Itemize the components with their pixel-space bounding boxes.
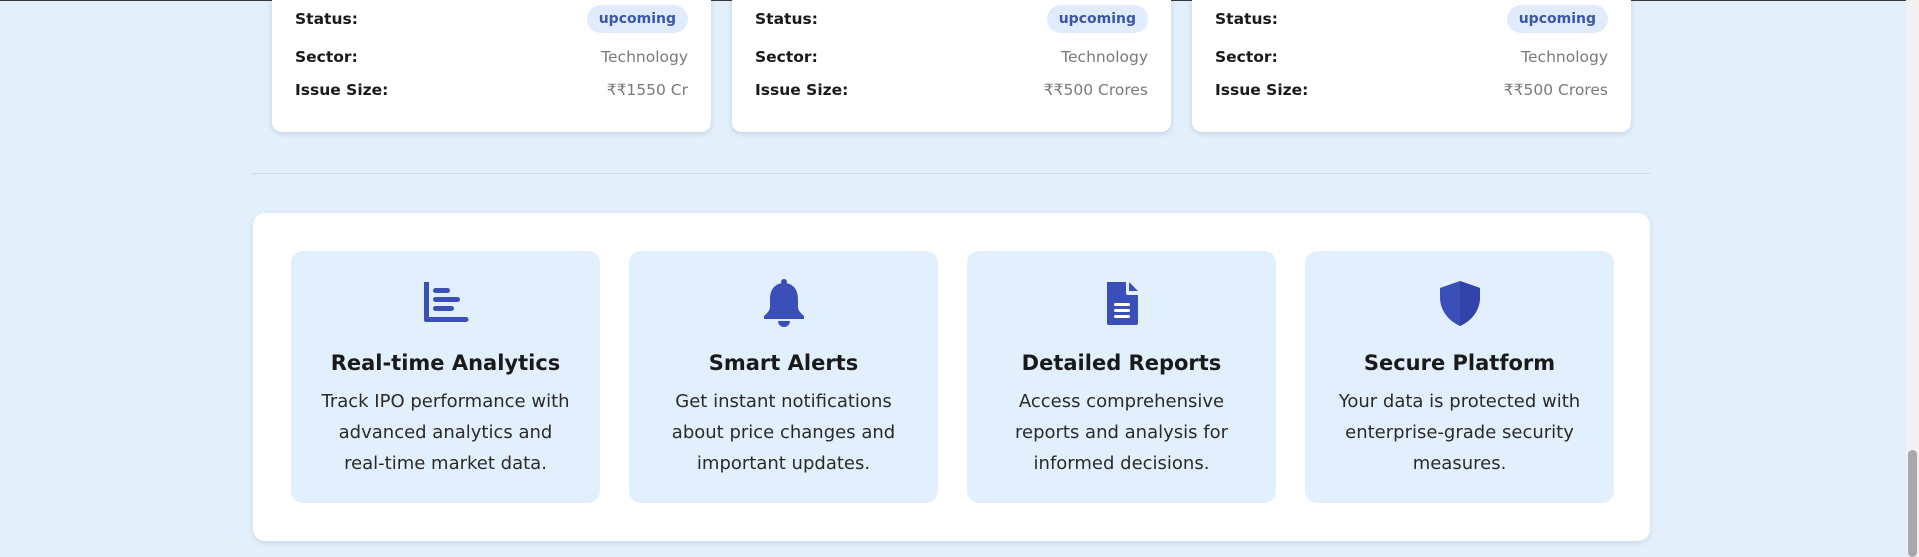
status-badge: upcoming [586, 5, 688, 33]
shield-icon [1305, 279, 1614, 327]
sector-label: Sector: [295, 48, 358, 66]
status-row: Status: upcoming [755, 5, 1148, 33]
feature-description: Access comprehensive reports and analysi… [1014, 391, 1228, 474]
feature-card-alerts: Smart Alerts Get instant notifications a… [629, 251, 938, 503]
issue-size-value: ₹₹500 Crores [1503, 81, 1608, 99]
issue-size-value: ₹₹500 Crores [1043, 81, 1148, 99]
features-panel: Real-time Analytics Track IPO performanc… [253, 213, 1650, 541]
issue-size-value: ₹₹1550 Cr [606, 81, 688, 99]
sector-row: Sector: Technology [755, 45, 1148, 69]
ipo-card[interactable]: Status: upcoming Sector: Technology Issu… [272, 0, 711, 132]
status-label: Status: [1215, 10, 1278, 28]
chart-bar-icon [291, 279, 600, 327]
feature-title: Detailed Reports [1021, 351, 1222, 375]
feature-title: Smart Alerts [708, 351, 859, 375]
feature-description: Your data is protected with enterprise-g… [1338, 391, 1581, 474]
status-label: Status: [295, 10, 358, 28]
sector-label: Sector: [755, 48, 818, 66]
sector-value: Technology [1061, 48, 1148, 66]
issue-size-label: Issue Size: [755, 81, 849, 99]
ipo-card[interactable]: Status: upcoming Sector: Technology Issu… [1192, 0, 1631, 132]
ipo-card[interactable]: Status: upcoming Sector: Technology Issu… [732, 0, 1171, 132]
status-badge: upcoming [1506, 5, 1608, 33]
sector-row: Sector: Technology [1215, 45, 1608, 69]
issue-size-row: Issue Size: ₹₹500 Crores [1215, 78, 1608, 102]
feature-card-analytics: Real-time Analytics Track IPO performanc… [291, 251, 600, 503]
scrollbar-thumb[interactable] [1908, 450, 1917, 557]
feature-card-security: Secure Platform Your data is protected w… [1305, 251, 1614, 503]
issue-size-row: Issue Size: ₹₹500 Crores [755, 78, 1148, 102]
sector-value: Technology [1521, 48, 1608, 66]
section-divider [252, 173, 1650, 174]
scrollbar[interactable] [1906, 0, 1919, 557]
status-row: Status: upcoming [295, 5, 688, 33]
bell-icon [629, 279, 938, 327]
feature-title: Real-time Analytics [330, 351, 561, 375]
issue-size-label: Issue Size: [295, 81, 389, 99]
issue-size-row: Issue Size: ₹₹1550 Cr [295, 78, 688, 102]
sector-row: Sector: Technology [295, 45, 688, 69]
status-label: Status: [755, 10, 818, 28]
feature-description: Track IPO performance with advanced anal… [321, 391, 570, 474]
feature-title: Secure Platform [1363, 351, 1556, 375]
feature-card-reports: Detailed Reports Access comprehensive re… [967, 251, 1276, 503]
feature-description: Get instant notifications about price ch… [671, 391, 896, 474]
issue-size-label: Issue Size: [1215, 81, 1309, 99]
sector-label: Sector: [1215, 48, 1278, 66]
sector-value: Technology [601, 48, 688, 66]
status-row: Status: upcoming [1215, 5, 1608, 33]
document-icon [967, 279, 1276, 327]
status-badge: upcoming [1046, 5, 1148, 33]
